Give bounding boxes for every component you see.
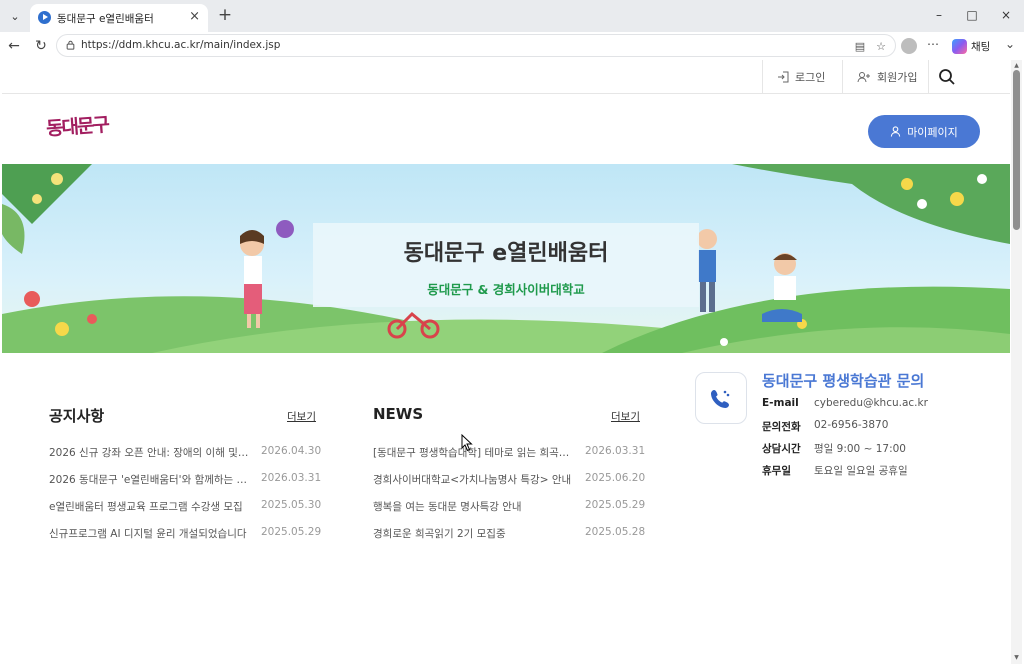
mouse-cursor-icon <box>461 434 473 452</box>
add-user-icon <box>857 72 870 83</box>
phone-contact-icon <box>695 372 747 424</box>
login-label: 로그인 <box>795 71 826 84</box>
sidebar-chevron-icon[interactable]: ⌄ <box>1005 37 1015 51</box>
notice-more-link[interactable]: 더보기 <box>287 409 316 424</box>
favorite-star-icon[interactable]: ☆ <box>873 38 889 54</box>
reload-icon[interactable]: ↻ <box>32 37 50 55</box>
contact-email[interactable]: cyberedu@khcu.ac.kr <box>814 397 928 409</box>
login-link[interactable]: 로그인 <box>777 69 825 85</box>
mypage-label: 마이페이지 <box>907 125 958 139</box>
news-item-date: 2025.05.29 <box>585 499 646 511</box>
browser-tabbar: ⌄ 동대문구 e열린배움터 × + – □ × <box>0 0 1024 32</box>
notice-item-date: 2025.05.29 <box>261 526 322 538</box>
phone-icon <box>711 390 730 408</box>
search-icon[interactable] <box>938 68 956 86</box>
contact-label: E-mail <box>762 397 799 409</box>
list-item[interactable]: 경희로운 희곡읽기 2기 모집중 2025.05.28 <box>373 526 646 542</box>
reader-mode-icon[interactable]: ▤ <box>852 38 868 54</box>
news-item-date: 2025.05.28 <box>585 526 646 538</box>
signup-label: 회원가입 <box>877 71 918 84</box>
user-icon <box>891 126 901 137</box>
news-item-title: [동대문구 평생학습대학] 테마로 읽는 희곡… <box>373 447 570 459</box>
divider <box>928 60 929 94</box>
news-item-title: 경희사이버대학교<가치나눔명사 특강> 안내 <box>373 474 572 486</box>
scroll-up-icon[interactable]: ▲ <box>1013 62 1020 69</box>
contact-hours: 평일 9:00 ~ 17:00 <box>814 443 906 455</box>
site-logo[interactable]: 동대문구 <box>45 110 109 141</box>
url-input[interactable]: https://ddm.khcu.ac.kr/main/index.jsp ▤ … <box>56 34 896 57</box>
contact-holidays: 토요일 일요일 공휴일 <box>814 465 908 477</box>
contact-label: 휴무일 <box>762 465 791 477</box>
scrollbar-thumb[interactable] <box>1013 70 1020 230</box>
login-icon <box>778 71 789 83</box>
chat-label: 채팅 <box>971 40 991 53</box>
news-item-date: 2025.06.20 <box>585 472 646 484</box>
copilot-icon <box>952 38 967 54</box>
list-item[interactable]: 2026 동대문구 'e열린배움터'와 함께하는 스… 2026.03.31 <box>49 472 322 488</box>
list-item[interactable]: [동대문구 평생학습대학] 테마로 읽는 희곡… 2026.03.31 <box>373 445 646 461</box>
banner-subtitle: 동대문구 & 경희사이버대학교 <box>427 282 585 297</box>
web-page: 로그인 회원가입 동대문구 마이페이지 동대문구 e열린배움터 동대문구 & 경… <box>2 60 1010 664</box>
notice-item-date: 2025.05.30 <box>261 499 322 511</box>
url-text: https://ddm.khcu.ac.kr/main/index.jsp <box>81 39 281 51</box>
address-bar-row: ← ↻ https://ddm.khcu.ac.kr/main/index.js… <box>0 32 1024 60</box>
signup-link[interactable]: 회원가입 <box>857 69 917 85</box>
contact-title: 동대문구 평생학습관 문의 <box>762 372 925 390</box>
notice-item-title: 2026 신규 강좌 오픈 안내: 장애의 이해 및 … <box>49 447 249 459</box>
maximize-icon[interactable]: □ <box>962 6 982 24</box>
divider <box>842 60 843 94</box>
lock-icon <box>66 40 75 50</box>
banner-title: 동대문구 e열린배움터 <box>403 241 609 266</box>
contact-phone: 02-6956-3870 <box>814 419 889 431</box>
notice-item-title: 신규프로그램 AI 디지털 윤리 개설되었습니다 <box>49 528 247 540</box>
contact-label: 문의전화 <box>762 421 801 433</box>
mypage-button[interactable]: 마이페이지 <box>868 115 980 148</box>
contact-label: 상담시간 <box>762 443 801 455</box>
browser-tab[interactable]: 동대문구 e열린배움터 × <box>30 4 208 32</box>
list-item[interactable]: 2026 신규 강좌 오픈 안내: 장애의 이해 및 … 2026.04.30 <box>49 445 322 461</box>
list-item[interactable]: 신규프로그램 AI 디지털 윤리 개설되었습니다 2025.05.29 <box>49 526 322 542</box>
news-more-link[interactable]: 더보기 <box>611 409 640 424</box>
news-item-date: 2026.03.31 <box>585 445 646 457</box>
tab-close-icon[interactable]: × <box>189 9 200 24</box>
news-title: NEWS <box>373 405 424 423</box>
news-item-title: 경희로운 희곡읽기 2기 모집중 <box>373 528 506 540</box>
divider <box>762 60 763 94</box>
new-tab-plus-icon[interactable]: + <box>214 4 236 26</box>
list-item[interactable]: e열린배움터 평생교육 프로그램 수강생 모집 2025.05.30 <box>49 499 322 515</box>
notice-item-title: e열린배움터 평생교육 프로그램 수강생 모집 <box>49 501 243 513</box>
profile-avatar[interactable] <box>901 38 917 54</box>
list-item[interactable]: 행복을 여는 동대문 명사특강 안내 2025.05.29 <box>373 499 646 515</box>
tab-title: 동대문구 e열린배움터 <box>57 13 154 25</box>
top-utility-bar: 로그인 회원가입 <box>2 60 1010 94</box>
list-item[interactable]: 경희사이버대학교<가치나눔명사 특강> 안내 2025.06.20 <box>373 472 646 488</box>
window-close-icon[interactable]: × <box>996 6 1016 24</box>
more-menu-icon[interactable]: ⋯ <box>927 37 939 51</box>
notice-item-title: 2026 동대문구 'e열린배움터'와 함께하는 스… <box>49 474 249 486</box>
news-item-title: 행복을 여는 동대문 명사특강 안내 <box>373 501 522 513</box>
back-arrow-icon[interactable]: ← <box>5 37 23 55</box>
notice-item-date: 2026.04.30 <box>261 445 322 457</box>
banner-title-box: 동대문구 e열린배움터 동대문구 & 경희사이버대학교 <box>313 223 699 307</box>
scroll-down-icon[interactable]: ▼ <box>1013 654 1020 661</box>
site-favicon-icon <box>38 11 51 24</box>
notice-title: 공지사항 <box>49 407 105 425</box>
notice-item-date: 2026.03.31 <box>261 472 322 484</box>
tab-list-chevron-icon[interactable]: ⌄ <box>4 5 26 27</box>
main-banner: 동대문구 e열린배움터 동대문구 & 경희사이버대학교 <box>2 164 1010 353</box>
copilot-chat-button[interactable]: 채팅 <box>952 35 990 57</box>
minimize-icon[interactable]: – <box>929 6 949 24</box>
page-scrollbar[interactable]: ▲ ▼ <box>1011 60 1022 664</box>
